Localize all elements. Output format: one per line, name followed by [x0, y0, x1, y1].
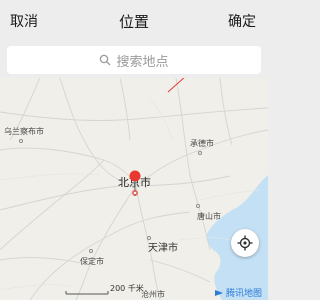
- city-label-tianjin: 天津市: [148, 243, 178, 254]
- confirm-button[interactable]: 确定: [228, 14, 256, 30]
- provider-logo-icon: [215, 289, 223, 296]
- city-label-baoding: 保定市: [80, 257, 104, 266]
- city-dot-wulanchabu: [19, 139, 23, 143]
- city-label-chengde: 承德市: [190, 139, 214, 148]
- city-label-wulanchabu: 乌兰察布市: [4, 127, 44, 136]
- locate-icon: [237, 235, 253, 251]
- search-input[interactable]: 搜索地点: [7, 46, 261, 74]
- scale-label: 200 千米: [110, 284, 144, 293]
- city-dot-tangshan: [196, 204, 200, 208]
- location-pin-icon: [129, 170, 141, 196]
- navigation-bar: 取消 位置 确定: [0, 0, 268, 42]
- search-placeholder: 搜索地点: [116, 54, 169, 70]
- city-dot-tianjin: [147, 236, 151, 240]
- city-label-cangzhou: 沧州市: [141, 290, 165, 299]
- city-dot-chengde: [198, 151, 202, 155]
- search-bar: 搜索地点: [0, 42, 268, 78]
- city-dot-baoding: [89, 249, 93, 253]
- search-icon: [100, 54, 111, 66]
- map-provider-logo: 腾讯地图: [214, 286, 262, 299]
- provider-name: 腾讯地图: [226, 289, 263, 299]
- locate-button[interactable]: [231, 229, 259, 257]
- annotation-arrow-line: [167, 78, 185, 93]
- city-label-tangshan: 唐山市: [197, 212, 221, 221]
